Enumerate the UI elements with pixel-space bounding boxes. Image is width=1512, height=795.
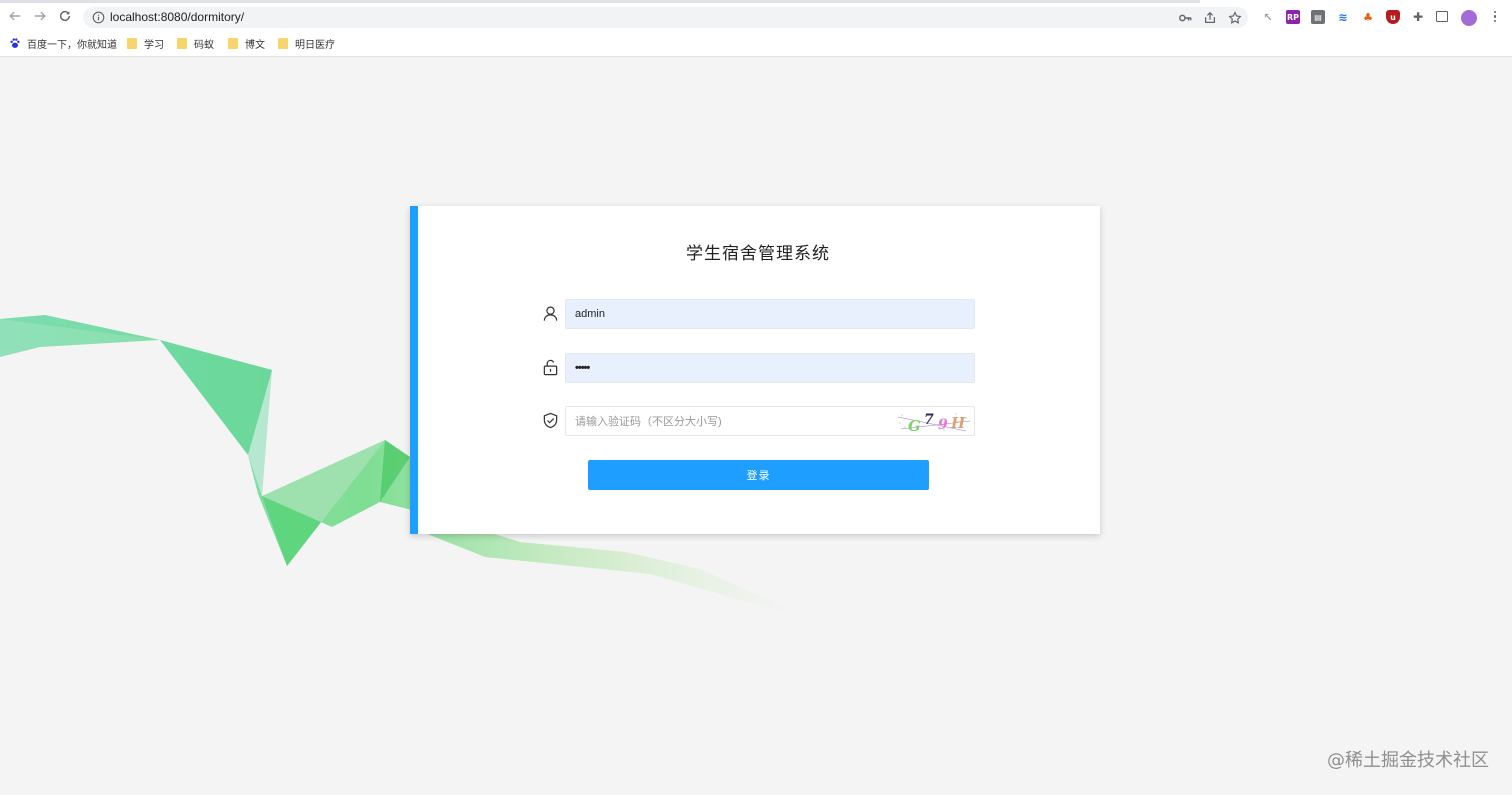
site-info-icon[interactable] [92,11,105,24]
folder-icon [177,37,187,49]
key-icon[interactable] [1178,11,1192,25]
ublock-shield-icon[interactable]: u [1386,10,1400,24]
folder-icon [127,37,137,49]
share-icon[interactable] [1203,11,1217,25]
page-title: 学生宿舍管理系统 [686,244,830,264]
menu-kebab-icon[interactable] [1490,11,1500,25]
shield-check-icon [543,412,558,429]
bookmark-study[interactable]: 学习 [127,35,164,51]
bookmark-medical[interactable]: 明日医疗 [278,35,335,51]
side-panel-icon[interactable] [1436,11,1448,22]
profile-avatar[interactable] [1461,10,1477,26]
captcha-image[interactable]: G 7 9 H [896,409,972,434]
captcha-placeholder: 请输入验证码（不区分大小写) [575,416,722,428]
password-input[interactable]: ••••• [565,353,975,383]
username-input[interactable]: admin [565,299,975,329]
bookmark-baidu[interactable]: 百度一下，你就知道 [9,35,117,51]
forward-icon[interactable] [31,7,49,25]
lock-icon [543,359,558,376]
captcha-input[interactable]: 请输入验证码（不区分大小写) G 7 9 H [565,406,975,436]
extensions-puzzle-icon[interactable]: ✚ [1411,10,1425,24]
bookmark-mayi[interactable]: 码蚁 [177,35,214,51]
bookmark-star-icon[interactable] [1228,11,1242,25]
login-card: 学生宿舍管理系统 admin ••••• 请输入验证码（不区分大小写) G 7 … [410,206,1100,534]
cursor-extension-icon[interactable]: ↖ [1261,10,1275,24]
bookmark-blog[interactable]: 博文 [228,35,265,51]
bookmark-label: 码蚁 [194,39,214,51]
bookmark-label: 明日医疗 [295,39,335,51]
store-extension-icon[interactable]: ▤ [1311,10,1325,24]
browser-chrome: localhost:8080/dormitory/ ↖ RP ▤ ≋ ♣ u ✚… [0,0,1512,57]
address-bar[interactable]: localhost:8080/dormitory/ [83,7,1248,28]
url-text: localhost:8080/dormitory/ [110,10,245,24]
watermark-text: @稀土掘金技术社区 [1327,750,1489,771]
login-button[interactable]: 登录 [588,460,929,490]
username-value: admin [575,308,605,320]
bookmark-label: 百度一下，你就知道 [27,39,117,51]
baidu-paw-icon [10,38,20,48]
reload-icon[interactable] [56,7,74,25]
rp-extension-icon[interactable]: RP [1286,10,1300,24]
svg-text:H: H [950,414,966,432]
svg-text:9: 9 [938,417,948,433]
user-icon [543,306,558,321]
svg-text:G: G [908,417,921,434]
browser-toolbar: localhost:8080/dormitory/ ↖ RP ▤ ≋ ♣ u ✚ [0,3,1512,30]
back-icon[interactable] [6,7,24,25]
bookmarks-bar: 百度一下，你就知道 学习 码蚁 博文 明日医疗 [0,33,1512,53]
folder-icon [228,37,238,49]
bookmark-label: 学习 [144,39,164,51]
svg-text:7: 7 [924,412,934,428]
bookmark-label: 博文 [245,39,265,51]
password-value: ••••• [575,362,590,374]
layers-extension-icon[interactable]: ≋ [1336,10,1350,24]
folder-icon [278,37,288,49]
network-extension-icon[interactable]: ♣ [1361,10,1375,24]
